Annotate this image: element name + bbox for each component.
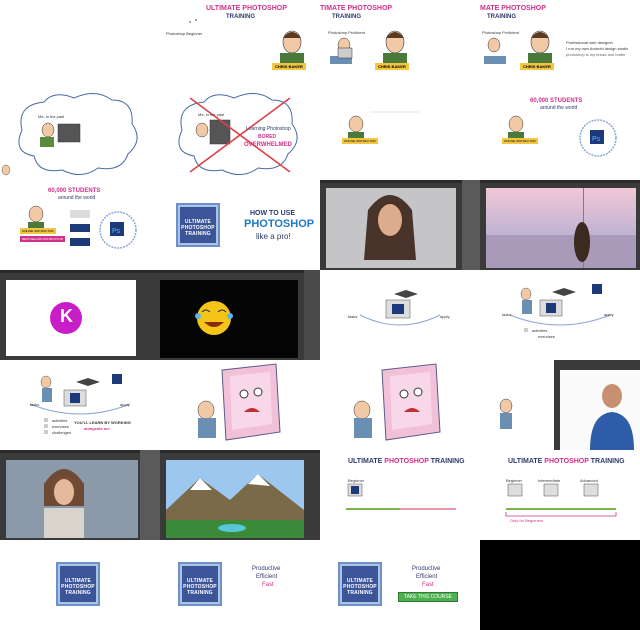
learning-diagram (359, 290, 441, 326)
online-badge: ONLINE INSTRUCTOR (20, 228, 56, 234)
list-exercises: exercises (52, 424, 69, 429)
thought-cloud (1, 93, 138, 176)
tasks-label: tasks (502, 312, 512, 317)
course-logo: ULTIMATE PHOTOSHOP TRAINING (58, 564, 98, 604)
online-badge: ONLINE INSTRUCTOR (342, 138, 378, 144)
frame-how-to-use: ULTIMATE PHOTOSHOP TRAINING HOW TO USE P… (160, 180, 320, 270)
learning-diagram (29, 374, 131, 434)
course-logo: ULTIMATE PHOTOSHOP TRAINING (180, 564, 220, 604)
frame-ps-portrait (320, 180, 480, 270)
thought-text: Me, in the past (38, 114, 65, 119)
svg-text:Ps: Ps (112, 228, 121, 235)
learn-note: YOU'LL LEARN BY WORKING (74, 420, 131, 425)
list-challenges: challenges (52, 430, 72, 435)
frame-ps-woman-scarf (0, 450, 160, 540)
word-fast: Fast (262, 582, 274, 588)
city-photo (486, 188, 636, 268)
apply-label: apply (440, 314, 450, 319)
frame-intro-pro-bullets: MATE PHOTOSHOP TRAINING Photoshop Profic… (480, 0, 640, 90)
globe-students: Ps (28, 205, 137, 249)
instructor-video (499, 360, 640, 450)
frame-bored-overwhelmed: Me, in the past Learning Photoshop BORED… (160, 90, 320, 180)
frame-ps-emoji (160, 270, 320, 360)
instructor-avatar (189, 19, 304, 65)
frame-logo-only: ULTIMATE PHOTOSHOP TRAINING (0, 540, 160, 630)
tasks-label: tasks (30, 402, 40, 407)
globe-students: Ps (508, 115, 617, 157)
only-beginners-note: Only for Beginners (510, 518, 544, 523)
level-advanced: Advanced (580, 478, 598, 483)
course-logo: ULTIMATE PHOTOSHOP TRAINING (340, 564, 380, 604)
frame-level-beginner: ULTIMATE PHOTOSHOP TRAINING Beginner (320, 450, 480, 540)
bored-text: BORED (258, 134, 277, 140)
word-productive: Productive (412, 566, 441, 572)
course-logo: ULTIMATE PHOTOSHOP TRAINING (178, 205, 218, 245)
frame-learn-alongside: tasks apply activities exercises challen… (0, 360, 160, 450)
word-productive: Productive (252, 566, 281, 572)
frame-blank-1 (0, 0, 160, 90)
list-activities: activities (532, 328, 548, 333)
portrait-photo (326, 188, 456, 268)
apply-label: apply (120, 402, 130, 407)
alongside-note: alongside me (84, 426, 110, 431)
frame-logo-cta: ULTIMATE PHOTOSHOP TRAINING Productive E… (320, 540, 480, 630)
bullet-3: photoshop is my bread and butter (566, 52, 626, 57)
learning-text: Learning Photoshop (246, 126, 291, 132)
frame-ps-mountain (160, 450, 320, 540)
frame-thought-past: Me, in the past (0, 90, 160, 180)
list-activities: activities (52, 418, 68, 423)
k-logo-canvas (6, 280, 136, 356)
list-exercises: exercises (538, 334, 555, 339)
word-efficient: Efficient (416, 574, 438, 580)
svg-text:Ps: Ps (592, 136, 601, 143)
woman-photo (6, 460, 138, 538)
frame-instructor-transition: ONLINE INSTRUCTOR (320, 90, 480, 180)
frame-black (480, 540, 640, 630)
level-intermediate: Intermediate (538, 478, 561, 483)
photoshop-text: PHOTOSHOP (244, 218, 315, 230)
name-ribbon: CHRIS BAKER (272, 63, 306, 70)
name-ribbon: CHRIS BAKER (520, 63, 554, 70)
frame-level-all: ULTIMATE PHOTOSHOP TRAINING Beginner Int… (480, 450, 640, 540)
like-a-pro-text: like a pro! (256, 232, 291, 241)
instructor-avatars (484, 30, 552, 65)
name-ribbon: CHRIS BAKER (375, 63, 409, 70)
mountain-photo (166, 460, 304, 538)
tasks-label: tasks (348, 314, 358, 319)
frame-scared-monitor-2 (320, 360, 480, 450)
level-beginner: Beginner (506, 478, 523, 483)
scared-monitor-cartoon (353, 363, 441, 441)
overwhelmed-text: OVERWHELMED (244, 142, 292, 148)
frame-60k-badges: 60,000 STUDENTS around the world Ps ONLI… (0, 180, 160, 270)
frame-ps-k-logo: K (0, 270, 160, 360)
instructor-avatars (330, 30, 407, 65)
level-track (346, 483, 456, 510)
frame-tasks-apply: tasks apply (320, 270, 480, 360)
bullet-1: Professional web designer (566, 40, 613, 45)
instructor-graduate (348, 111, 420, 140)
word-efficient: Efficient (256, 574, 278, 580)
word-fast: Fast (422, 582, 434, 588)
frame-scared-monitor (160, 360, 320, 450)
frame-intro-beginner: ULTIMATE PHOTOSHOP TRAINING Photoshop Be… (160, 0, 320, 90)
emoji-canvas (160, 280, 298, 358)
frame-ps-city (480, 180, 640, 270)
thought-cloud-crossed (178, 93, 298, 175)
bullet-2: I run my own Android design studio (566, 46, 629, 51)
apply-label: apply (604, 312, 614, 317)
take-course-button[interactable]: TAKE THIS COURSE (398, 592, 458, 602)
frame-60k-students: 60,000 STUDENTS around the world Ps ONLI… (480, 90, 640, 180)
frame-tasks-list: tasks apply activities exercises (480, 270, 640, 360)
level-track (505, 483, 617, 517)
thought-text: Me, in the past (198, 112, 225, 117)
online-badge: ONLINE INSTRUCTOR (502, 138, 538, 144)
level-beginner: Beginner (348, 478, 365, 483)
k-letter: K (60, 306, 73, 326)
scared-monitor-cartoon (197, 363, 281, 441)
how-to-use-text: HOW TO USE (250, 210, 295, 217)
frame-intro-proficient: TIMATE PHOTOSHOP TRAINING Photoshop Prof… (320, 0, 480, 90)
frame-instructor-photo (480, 360, 640, 450)
frame-logo-benefits: ULTIMATE PHOTOSHOP TRAINING Productive E… (160, 540, 320, 630)
bestselling-badge: BESTSELLING INSTRUCTOR (20, 236, 65, 242)
